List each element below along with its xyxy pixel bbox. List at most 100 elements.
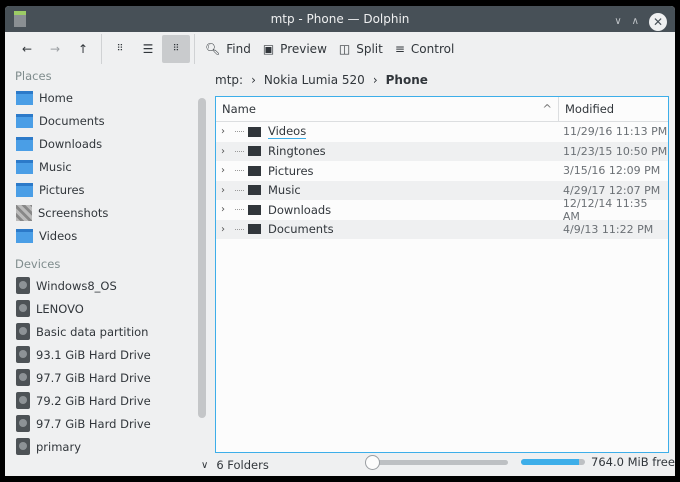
chevron-right-icon: ›: [251, 73, 256, 87]
chevron-down-icon[interactable]: ∨: [201, 460, 208, 471]
app-icon: [14, 11, 26, 27]
modified-date: 3/15/16 12:09 PM: [563, 164, 661, 178]
window-title: mtp - Phone — Dolphin: [270, 12, 410, 26]
place-label: Videos: [39, 228, 78, 243]
place-documents[interactable]: Documents: [5, 109, 210, 132]
table-row[interactable]: › Documents 4/9/13 11:22 PM: [216, 219, 668, 239]
device-item[interactable]: LENOVO: [5, 297, 210, 320]
list-icon: ☰: [142, 42, 154, 56]
expand-icon[interactable]: ›: [221, 204, 231, 215]
places-panel: Places Home Documents Downloads Music Pictur…: [5, 66, 210, 476]
grid-icon: ⠿: [116, 44, 124, 54]
up-button[interactable]: ↑: [69, 35, 97, 63]
device-label: 97.7 GiB Hard Drive: [36, 416, 151, 431]
file-name: Ringtones: [268, 144, 326, 159]
expand-icon[interactable]: ›: [221, 185, 231, 196]
place-home[interactable]: Home: [5, 86, 210, 109]
zoom-slider[interactable]: [365, 455, 508, 470]
folder-icon: [248, 224, 261, 235]
preview-button[interactable]: ▣ Preview: [257, 35, 333, 63]
arrow-right-icon: →: [49, 42, 61, 56]
dolphin-window: mtp - Phone — Dolphin ∨ ∧ ✕ ← → ↑ ⠿ ☰ ⠿ …: [5, 6, 675, 476]
device-item[interactable]: 79.2 GiB Hard Drive: [5, 389, 210, 412]
tree-line: [235, 150, 244, 152]
place-downloads[interactable]: Downloads: [5, 132, 210, 155]
back-button[interactable]: ←: [13, 35, 41, 63]
separator: [101, 34, 102, 64]
toolbar: ← → ↑ ⠿ ☰ ⠿ 🔍︎ Find ▣ Preview ◫ Split ≡ Cont…: [5, 32, 675, 66]
file-view: Name ^ Modified › Videos 11/29/16 11:13 PM ›…: [215, 96, 669, 453]
table-row[interactable]: › Pictures 3/15/16 12:09 PM: [216, 161, 668, 181]
device-item[interactable]: 97.7 GiB Hard Drive: [5, 366, 210, 389]
place-screenshots[interactable]: Screenshots: [5, 201, 210, 224]
split-label: Split: [356, 42, 383, 56]
device-item[interactable]: primary: [5, 435, 210, 458]
device-item[interactable]: 93.1 GiB Hard Drive: [5, 343, 210, 366]
find-button[interactable]: 🔍︎ Find: [199, 35, 257, 63]
table-row[interactable]: › Downloads 12/12/14 11:35 AM: [216, 196, 668, 223]
home-folder-icon: [16, 90, 33, 105]
expand-icon[interactable]: ›: [221, 224, 231, 235]
modified-date: 11/23/15 10:50 PM: [563, 144, 668, 158]
arrow-up-icon: ↑: [77, 42, 89, 56]
device-item[interactable]: 97.7 GiB Hard Drive: [5, 412, 210, 435]
details-view-button[interactable]: ⠿: [162, 35, 190, 63]
place-label: Home: [39, 90, 73, 105]
table-row[interactable]: › Ringtones 11/23/15 10:50 PM: [216, 141, 668, 161]
place-videos[interactable]: Videos: [5, 224, 210, 247]
icons-view-button[interactable]: ⠿: [106, 35, 134, 63]
column-header-name[interactable]: Name ^: [216, 97, 559, 121]
expand-icon[interactable]: ›: [221, 146, 231, 157]
close-button[interactable]: ✕: [649, 13, 667, 31]
hard-drive-icon: [16, 415, 30, 432]
sort-ascending-icon: ^: [542, 102, 552, 116]
place-music[interactable]: Music: [5, 155, 210, 178]
sidebar-scrollbar-track[interactable]: [198, 98, 206, 418]
folder-icon: [16, 136, 33, 151]
folder-icon: [248, 165, 261, 176]
expand-icon[interactable]: ›: [221, 126, 231, 137]
expand-icon[interactable]: ›: [221, 165, 231, 176]
tree-line: [235, 209, 244, 211]
compact-view-button[interactable]: ☰: [134, 35, 162, 63]
tree-line: [235, 189, 244, 191]
free-space: 764.0 MiB free: [591, 455, 675, 469]
breadcrumb: mtp: › Nokia Lumia 520 › Phone: [215, 70, 428, 90]
hard-drive-icon: [16, 346, 30, 363]
place-label: Downloads: [39, 136, 103, 151]
modified-date: 12/12/14 11:35 AM: [562, 196, 648, 223]
control-button[interactable]: ≡ Control: [389, 35, 460, 63]
image-icon: ▣: [262, 42, 275, 56]
table-row[interactable]: › Videos 11/29/16 11:13 PM: [216, 122, 668, 142]
device-item[interactable]: Basic data partition: [5, 320, 210, 343]
chevron-right-icon: ›: [372, 73, 378, 87]
capacity-bar: [521, 459, 585, 465]
breadcrumb-device[interactable]: Nokia Lumia 520: [264, 73, 365, 87]
breadcrumb-mtp[interactable]: mtp:: [215, 73, 243, 87]
tree-line: [235, 228, 244, 230]
file-name: Downloads: [268, 202, 332, 217]
column-label: Name: [222, 102, 256, 116]
breadcrumb-current[interactable]: Phone: [386, 73, 428, 87]
hard-drive-icon: [16, 392, 30, 409]
hard-drive-icon: [16, 277, 30, 294]
device-label: primary: [36, 439, 82, 454]
control-label: Control: [410, 42, 455, 56]
hard-drive-icon: [16, 438, 30, 455]
place-pictures[interactable]: Pictures: [5, 178, 210, 201]
preview-label: Preview: [280, 42, 327, 56]
device-label: 79.2 GiB Hard Drive: [36, 393, 151, 408]
split-button[interactable]: ◫ Split: [333, 35, 389, 63]
folder-icon: [248, 185, 261, 196]
hard-drive-icon: [16, 369, 30, 386]
devices-header: Devices: [15, 257, 61, 271]
modified-date: 11/29/16 11:13 PM: [563, 125, 668, 139]
folder-icon: [16, 182, 33, 197]
forward-button[interactable]: →: [41, 35, 69, 63]
folder-icon: [16, 113, 33, 128]
column-header-modified[interactable]: Modified: [559, 97, 614, 121]
file-name: Videos: [268, 124, 307, 140]
device-label: Windows8_OS: [36, 278, 117, 293]
device-item[interactable]: Windows8_OS: [5, 274, 210, 297]
zoom-slider-handle[interactable]: [365, 455, 380, 470]
